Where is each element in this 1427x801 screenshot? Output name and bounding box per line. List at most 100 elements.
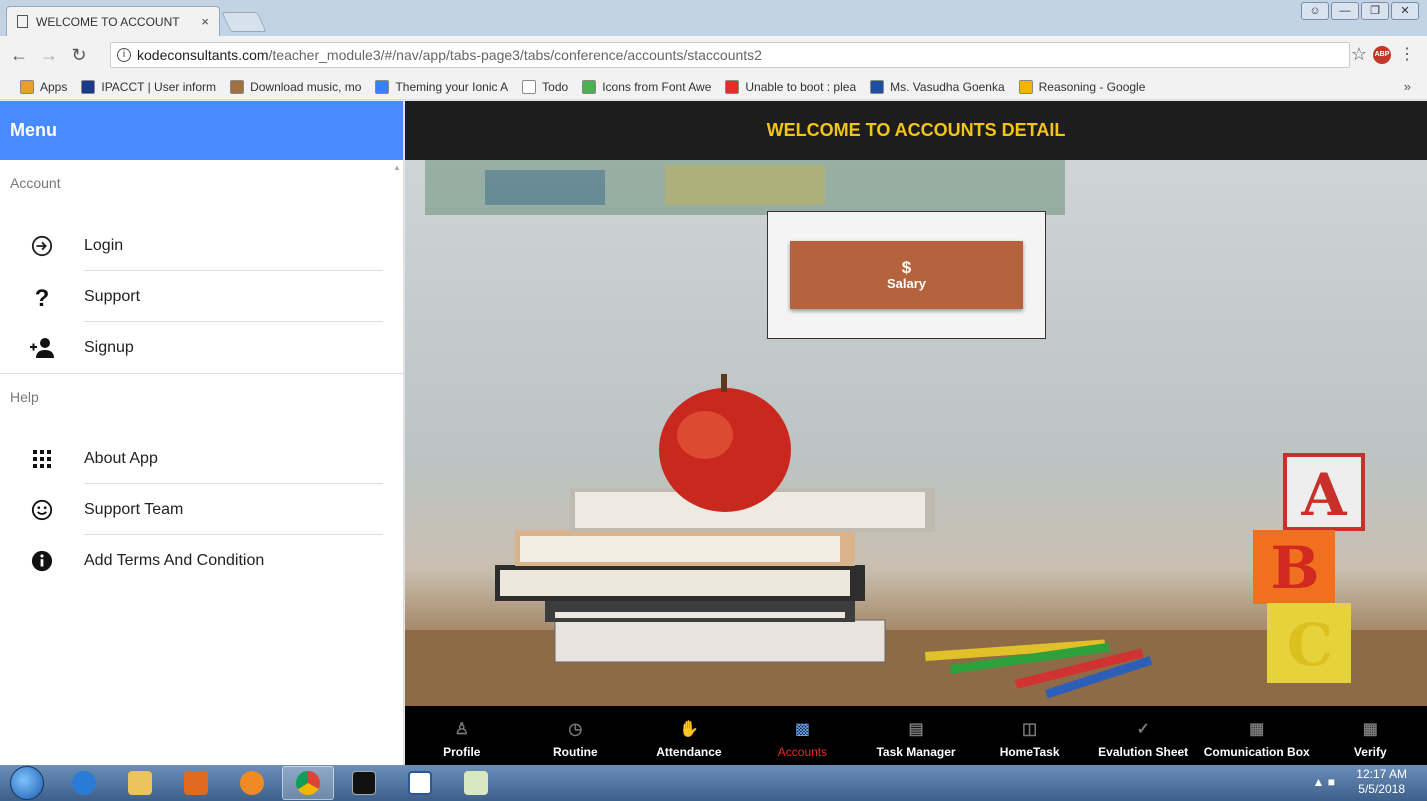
help-icon: ?	[0, 285, 84, 309]
tab-label: Verify	[1353, 745, 1387, 759]
bookmark-star-icon[interactable]: ☆	[1351, 44, 1367, 65]
menu-item-label: Login	[84, 236, 124, 254]
windows-taskbar: ▲ ■ 12:17 AM 5/5/2018	[0, 765, 1427, 801]
chrome-icon[interactable]	[282, 766, 334, 800]
bookmarks-more[interactable]: »	[1404, 79, 1411, 94]
start-button[interactable]	[10, 766, 44, 800]
background-image: A B C $ Salary	[405, 160, 1427, 706]
chat-icon: ▦	[1249, 721, 1265, 738]
bookmark-label: Ms. Vasudha Goenka	[890, 79, 1005, 94]
page-icon	[17, 15, 28, 28]
side-menu: Menu Account Login? Support Signup Help About…	[0, 101, 404, 765]
bookmark-label: IPACCT | User inform	[101, 79, 217, 94]
menu-item-label: About App	[84, 449, 158, 467]
menu-item-label: Support	[84, 287, 141, 305]
tab-profile[interactable]: ♙ Profile	[405, 706, 519, 765]
reload-icon[interactable]: ↻	[68, 45, 90, 66]
menu-list: Account Login? Support Signup Help About App S…	[0, 160, 403, 586]
back-icon[interactable]: ←	[8, 45, 30, 66]
bookmark-label: Download music, mo	[250, 79, 362, 94]
browser-tab[interactable]: WELCOME TO ACCOUNT ×	[6, 6, 220, 36]
url-input[interactable]: i kodeconsultants.com /teacher_module3/#…	[110, 42, 1350, 68]
info-icon	[0, 550, 84, 572]
clock[interactable]: 12:17 AM 5/5/2018	[1356, 767, 1407, 797]
menu-item-support[interactable]: ? Support	[0, 271, 403, 322]
bookmark-item[interactable]: Ms. Vasudha Goenka	[870, 79, 1005, 94]
media-player-icon[interactable]	[170, 766, 222, 800]
forward-icon[interactable]: →	[38, 45, 60, 66]
tab-task-manager[interactable]: ▤ Task Manager	[859, 706, 973, 765]
menu-item-login[interactable]: Login	[0, 220, 403, 271]
word-icon[interactable]	[394, 766, 446, 800]
tab-label: Comunication Box	[1203, 745, 1310, 759]
window-controls: ☺ — ❐ ✕	[1301, 2, 1419, 20]
bookmark-item[interactable]: Icons from Font Awe	[582, 79, 711, 94]
bookmark-label: Reasoning - Google	[1038, 79, 1146, 94]
bookmark-item[interactable]: Todo	[522, 79, 569, 94]
bookmark-label: Todo	[542, 79, 569, 94]
adblock-icon[interactable]: ABP	[1373, 46, 1391, 64]
menu-item-support-team[interactable]: Support Team	[0, 484, 403, 535]
login-icon	[0, 235, 84, 257]
tab-label: Task Manager	[876, 745, 956, 759]
bookmark-label: Unable to boot : plea	[745, 79, 857, 94]
tab-title: WELCOME TO ACCOUNT	[36, 14, 180, 29]
close-window-button[interactable]: ✕	[1391, 2, 1419, 20]
notepad-plus-icon[interactable]	[450, 766, 502, 800]
salary-card: $ Salary	[767, 211, 1046, 339]
restore-button[interactable]: ❐	[1361, 2, 1389, 20]
url-host: kodeconsultants.com	[137, 47, 269, 63]
bookmark-item[interactable]: Download music, mo	[230, 79, 362, 94]
explorer-icon[interactable]	[114, 766, 166, 800]
svg-text:A: A	[1300, 461, 1347, 529]
tab-routine[interactable]: ◷ Routine	[519, 706, 633, 765]
tab-close-icon[interactable]: ×	[201, 14, 209, 29]
bookmark-item[interactable]: Apps	[20, 79, 67, 94]
fontawesome-icon	[582, 79, 597, 94]
bookmark-item[interactable]: Unable to boot : plea	[725, 79, 857, 94]
tab-evalution-sheet[interactable]: ✓ Evalution Sheet	[1086, 706, 1200, 765]
salary-button[interactable]: $ Salary	[790, 241, 1023, 309]
tab-label: Profile	[443, 745, 481, 759]
menu-item-add-terms-and-condition[interactable]: Add Terms And Condition	[0, 535, 403, 586]
section-label-help: Help	[0, 373, 403, 419]
bottom-tab-bar: ♙ Profile ◷ Routine ✋ Attendance ▩ Accounts ▤ Tas…	[405, 706, 1427, 765]
bookmark-item[interactable]: IPACCT | User inform	[81, 79, 217, 94]
tab-label: Attendance	[656, 745, 722, 759]
page-icon	[522, 79, 537, 94]
minimize-button[interactable]: —	[1331, 2, 1359, 20]
tab-verify[interactable]: ▦ Verify	[1314, 706, 1427, 765]
clock-date: 5/5/2018	[1358, 782, 1405, 796]
new-tab-button[interactable]	[221, 12, 267, 32]
ie-icon[interactable]	[58, 766, 110, 800]
more-menu-icon[interactable]: ⋮	[1399, 44, 1415, 64]
user-icon[interactable]: ☺	[1301, 2, 1329, 20]
tab-attendance[interactable]: ✋ Attendance	[632, 706, 746, 765]
p-icon	[870, 79, 885, 94]
cmd-icon[interactable]	[338, 766, 390, 800]
svg-text:?: ?	[35, 285, 50, 309]
bookmark-item[interactable]: Theming your Ionic A	[375, 79, 508, 94]
ipacct-icon	[81, 79, 96, 94]
tray-icons[interactable]: ▲ ■	[1313, 775, 1335, 789]
tab-accounts[interactable]: ▩ Accounts	[746, 706, 860, 765]
menu-scrollbar[interactable]: ▲	[393, 163, 401, 172]
apps-grid-icon	[0, 449, 84, 469]
url-path: /teacher_module3/#/nav/app/tabs-page3/ta…	[268, 47, 762, 63]
page-title: WELCOME TO ACCOUNTS DETAIL	[766, 120, 1066, 140]
info-icon[interactable]: i	[117, 48, 131, 62]
menu-item-label: Add Terms And Condition	[84, 551, 265, 569]
tab-comunication-box[interactable]: ▦ Comunication Box	[1200, 706, 1314, 765]
person-icon: ♙	[454, 721, 469, 738]
section-label-account: Account	[10, 175, 61, 191]
menu-item-about-app[interactable]: About App	[0, 433, 403, 484]
svg-text:C: C	[1287, 611, 1333, 679]
tab-label: Accounts	[777, 745, 828, 759]
tab-hometask[interactable]: ◫ HomeTask	[973, 706, 1087, 765]
firefox-icon[interactable]	[226, 766, 278, 800]
youtube-icon	[725, 79, 740, 94]
menu-item-signup[interactable]: Signup	[0, 322, 403, 373]
bookmark-item[interactable]: Reasoning - Google	[1018, 79, 1146, 94]
